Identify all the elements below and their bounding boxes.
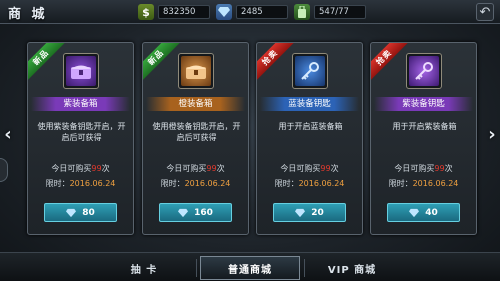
item-slot [178, 53, 214, 89]
price-label: 160 [194, 207, 213, 218]
shop-card-purple-box[interactable]: 新品 紫装备箱 使用紫装备钥匙开启，开启后可获得 今日可购买99次 限时：201… [27, 42, 134, 235]
dollar-icon: $ [138, 4, 154, 20]
price-label: 80 [82, 207, 95, 218]
buy-button[interactable]: 160 [159, 203, 232, 222]
gold-value: 832350 [158, 5, 210, 19]
item-description: 用于开启紫装备箱 [392, 122, 457, 131]
daily-quota: 今日可购买99次 [394, 164, 453, 173]
daily-quota: 今日可购买99次 [166, 164, 225, 173]
tab-divider [196, 259, 197, 277]
gem-value: 2485 [236, 5, 288, 19]
back-button[interactable]: ↶ [476, 3, 494, 21]
diamond-icon [178, 208, 189, 217]
sale-ribbon: 抢卖 [257, 43, 296, 83]
item-description: 使用橙装备钥匙开启，开启后可获得 [152, 122, 241, 142]
diamond-icon [409, 208, 420, 217]
diamond-icon [66, 208, 77, 217]
item-name: 橙装备箱 [146, 97, 245, 111]
blue-key-icon [295, 56, 325, 86]
tab-normal-shop[interactable]: 普通商城 [200, 256, 300, 280]
item-name: 紫装备箱 [31, 97, 130, 111]
bag-value: 547/77 [314, 5, 366, 19]
bag-counter: 547/77 [294, 3, 366, 21]
time-limit: 限时：2016.06.24 [274, 179, 345, 188]
bottom-tab-bar: 抽 卡 普通商城 VIP 商城 [0, 252, 500, 281]
shop-card-orange-box[interactable]: 新品 橙装备箱 使用橙装备钥匙开启，开启后可获得 今日可购买99次 限时：201… [142, 42, 249, 235]
daily-quota: 今日可购买99次 [51, 164, 110, 173]
bag-icon [294, 4, 310, 20]
next-arrow-icon[interactable]: › [486, 120, 498, 148]
buy-button[interactable]: 80 [44, 203, 117, 222]
side-handle[interactable] [0, 158, 8, 182]
diamond-icon [295, 208, 306, 217]
tab-draw-card[interactable]: 抽 卡 [104, 256, 184, 280]
gold-counter: $ 832350 [138, 3, 210, 21]
price-label: 40 [425, 207, 438, 218]
purple-key-icon [409, 56, 439, 86]
price-label: 20 [311, 207, 324, 218]
tab-vip-shop[interactable]: VIP 商城 [312, 256, 392, 280]
purple-chest-icon [66, 56, 96, 86]
item-slot [63, 53, 99, 89]
item-name: 紫装备钥匙 [374, 97, 473, 111]
item-slot [292, 53, 328, 89]
item-description: 使用紫装备钥匙开启，开启后可获得 [37, 122, 126, 142]
new-ribbon: 新品 [28, 43, 67, 83]
buy-button[interactable]: 40 [387, 203, 460, 222]
time-limit: 限时：2016.06.24 [388, 179, 459, 188]
buy-button[interactable]: 20 [273, 203, 346, 222]
page-title: 商 城 [8, 7, 48, 22]
prev-arrow-icon[interactable]: ‹ [2, 120, 14, 148]
orange-chest-icon [181, 56, 211, 86]
shop-card-purple-key[interactable]: 抢卖 紫装备钥匙 用于开启紫装备箱 今日可购买99次 限时：2016.06.24… [370, 42, 477, 235]
top-bar: 商 城 $ 832350 2485 547/77 ↶ [0, 0, 500, 24]
tab-divider [304, 259, 305, 277]
sale-ribbon: 抢卖 [371, 43, 410, 83]
gem-counter: 2485 [216, 3, 288, 21]
item-slot [406, 53, 442, 89]
item-name: 蓝装备钥匙 [260, 97, 359, 111]
time-limit: 限时：2016.06.24 [160, 179, 231, 188]
item-description: 用于开启蓝装备箱 [278, 122, 343, 131]
shop-card-blue-key[interactable]: 抢卖 蓝装备钥匙 用于开启蓝装备箱 今日可购买99次 限时：2016.06.24… [256, 42, 363, 235]
time-limit: 限时：2016.06.24 [45, 179, 116, 188]
diamond-icon [216, 4, 232, 20]
new-ribbon: 新品 [143, 43, 182, 83]
daily-quota: 今日可购买99次 [280, 164, 339, 173]
